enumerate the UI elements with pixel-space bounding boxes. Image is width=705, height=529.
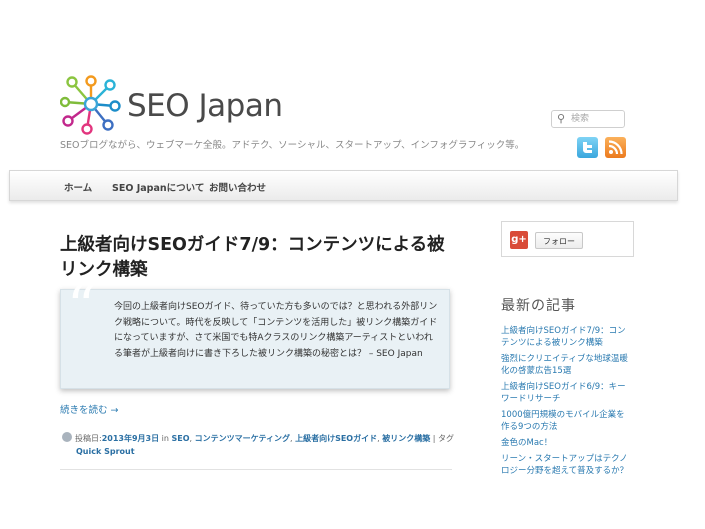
nav-item-about[interactable]: SEO Japanについて bbox=[112, 180, 204, 194]
nav-item-contact[interactable]: お問い合わせ bbox=[209, 180, 266, 194]
tag-link[interactable]: Quick Sprout bbox=[76, 447, 135, 456]
twitter-icon[interactable] bbox=[577, 137, 598, 158]
post-meta: 投稿日:2013年9月3日 in SEO, コンテンツマーケティング, 上級者向… bbox=[62, 432, 462, 458]
category-link[interactable]: 被リンク構築 bbox=[382, 434, 430, 443]
post-excerpt-box: “ 今回の上級者向けSEOガイド、待っていた方も多いのでは？と思われる外部リンク… bbox=[60, 278, 450, 389]
divider bbox=[60, 469, 452, 470]
category-link[interactable]: SEO bbox=[172, 434, 190, 443]
google-plus-widget: g+ フォロー bbox=[501, 221, 634, 257]
post-excerpt-text: 今回の上級者向けSEOガイド、待っていた方も多いのでは？と思われる外部リンク戦略… bbox=[114, 302, 438, 359]
posted-label: 投稿日: bbox=[75, 434, 102, 443]
post-date-link[interactable]: 2013年9月3日 bbox=[102, 434, 159, 443]
recent-posts-heading: 最新の記事 bbox=[501, 298, 576, 314]
in-label: in bbox=[161, 434, 169, 443]
nav-item-home[interactable]: ホーム bbox=[64, 180, 92, 194]
recent-post-link[interactable]: 強烈にクリエイティブな地球温暖化の啓蒙広告15選 bbox=[501, 353, 631, 377]
tag-label: | タグ bbox=[432, 434, 454, 443]
recent-post-link[interactable]: 金色のMac！ bbox=[501, 437, 631, 449]
recent-post-link[interactable]: 上級者向けSEOガイド7/9：コンテンツによる被リンク構築 bbox=[501, 325, 631, 349]
search-icon: ⚲ bbox=[557, 112, 566, 125]
search-box[interactable]: ⚲ bbox=[551, 110, 625, 128]
recent-post-link[interactable]: 上級者向けSEOガイド6/9：キーワードリサーチ bbox=[501, 381, 631, 405]
rss-icon[interactable] bbox=[605, 137, 626, 158]
site-tagline: SEOブログながら、ウェブマーケ全般。アドテク、ソーシャル、スタートアップ、イン… bbox=[60, 140, 525, 151]
author-avatar-icon bbox=[62, 432, 72, 442]
search-input[interactable] bbox=[571, 112, 621, 126]
category-link[interactable]: コンテンツマーケティング bbox=[195, 434, 290, 443]
post-title[interactable]: 上級者向けSEOガイド7/9：コンテンツによる被リンク構築 bbox=[60, 233, 460, 283]
follow-button[interactable]: フォロー bbox=[535, 232, 583, 249]
category-link[interactable]: 上級者向けSEOガイド bbox=[295, 434, 377, 443]
site-title[interactable]: SEO Japan bbox=[127, 88, 283, 124]
google-plus-icon[interactable]: g+ bbox=[510, 231, 528, 249]
recent-post-link[interactable]: リーン・スタートアップはテクノロジー分野を超えて普及するか？ bbox=[501, 453, 631, 477]
seo-japan-logo-icon[interactable] bbox=[60, 73, 122, 135]
quote-icon: “ bbox=[67, 275, 96, 340]
read-more-link[interactable]: 続きを読む → bbox=[60, 402, 118, 416]
recent-post-link[interactable]: 1000億円規模のモバイル企業を作る9つの方法 bbox=[501, 409, 631, 433]
main-nav: ホーム SEO Japanについて お問い合わせ bbox=[9, 170, 678, 201]
